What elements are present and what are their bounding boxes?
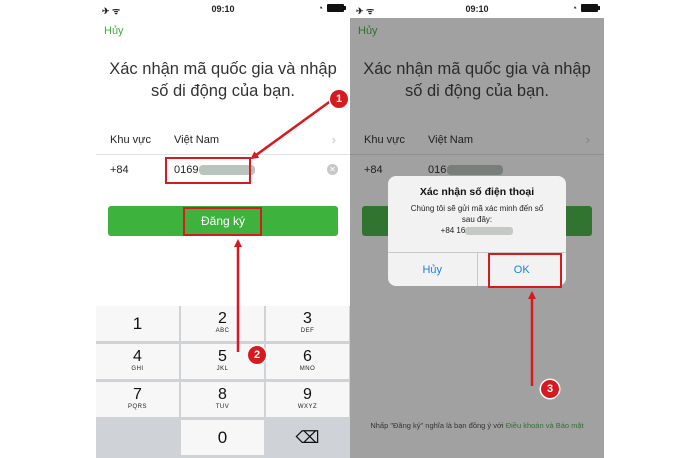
step-badge-1: 1 xyxy=(330,90,348,108)
status-bar: ✈ ᯤ 09:10 ◔ xyxy=(350,0,604,18)
dialog-cancel-button[interactable]: Hủy xyxy=(388,253,477,286)
chevron-right-icon: › xyxy=(331,132,336,147)
step-badge-2: 2 xyxy=(248,346,266,364)
key-7[interactable]: 7 PQRS xyxy=(96,382,180,418)
key-9[interactable]: 9 WXYZ xyxy=(266,382,350,418)
lock-rotation-icon: ◔ xyxy=(317,3,323,13)
country-code[interactable]: +84 xyxy=(110,164,129,176)
battery-icon xyxy=(581,4,600,12)
backspace-key[interactable]: ⌫ xyxy=(266,420,350,456)
key-0[interactable]: 0 xyxy=(181,420,265,456)
status-bar: ✈ ᯤ 09:10 ◔ xyxy=(96,0,350,18)
cancel-link[interactable]: Hủy xyxy=(104,25,124,37)
key-1[interactable]: 1 xyxy=(96,306,180,342)
lock-rotation-icon: ◔ xyxy=(571,3,577,13)
status-time: 09:10 xyxy=(465,4,489,14)
key-3[interactable]: 3 DEF xyxy=(266,306,350,342)
clear-icon[interactable]: ✕ xyxy=(327,164,338,175)
dialog-title: Xác nhận số điện thoại xyxy=(419,186,535,198)
title-line-1: Xác nhận mã quốc gia và nhập xyxy=(109,60,337,78)
key-4[interactable]: 4 GHI xyxy=(96,344,180,380)
step-badge-3: 3 xyxy=(541,380,559,398)
dialog-message: Chúng tôi sẽ gửi mã xác minh đến số sau … xyxy=(410,204,544,224)
highlight-register-button xyxy=(183,207,262,236)
region-row[interactable]: Khu vực Việt Nam › xyxy=(96,127,350,155)
title-line-2: số di động của bạn. xyxy=(150,82,296,100)
blurred-digits xyxy=(465,226,514,235)
key-8[interactable]: 8 TUV xyxy=(181,382,265,418)
key-6[interactable]: 6 MNO xyxy=(266,344,350,380)
backspace-icon: ⌫ xyxy=(295,428,320,447)
region-label: Khu vực xyxy=(110,134,151,146)
highlight-phone-input xyxy=(165,157,251,184)
right-phone-screen: Hủy Xác nhận mã quốc gia và nhập số di đ… xyxy=(350,0,604,458)
key-2[interactable]: 2 ABC xyxy=(181,306,265,342)
status-time: 09:10 xyxy=(211,4,235,14)
region-value: Việt Nam xyxy=(174,134,220,146)
highlight-ok-button xyxy=(488,253,562,288)
battery-icon xyxy=(327,4,346,12)
numeric-keypad: 1 2 ABC 3 DEF 4 GHI 5 JKL 6 MNO 7 PQRS 8 TUV 9W… xyxy=(96,306,350,458)
key-blank xyxy=(96,420,180,456)
dialog-number: +84 16 xyxy=(440,226,466,235)
page-title: Xác nhận mã quốc gia và nhập số di động … xyxy=(96,58,350,102)
